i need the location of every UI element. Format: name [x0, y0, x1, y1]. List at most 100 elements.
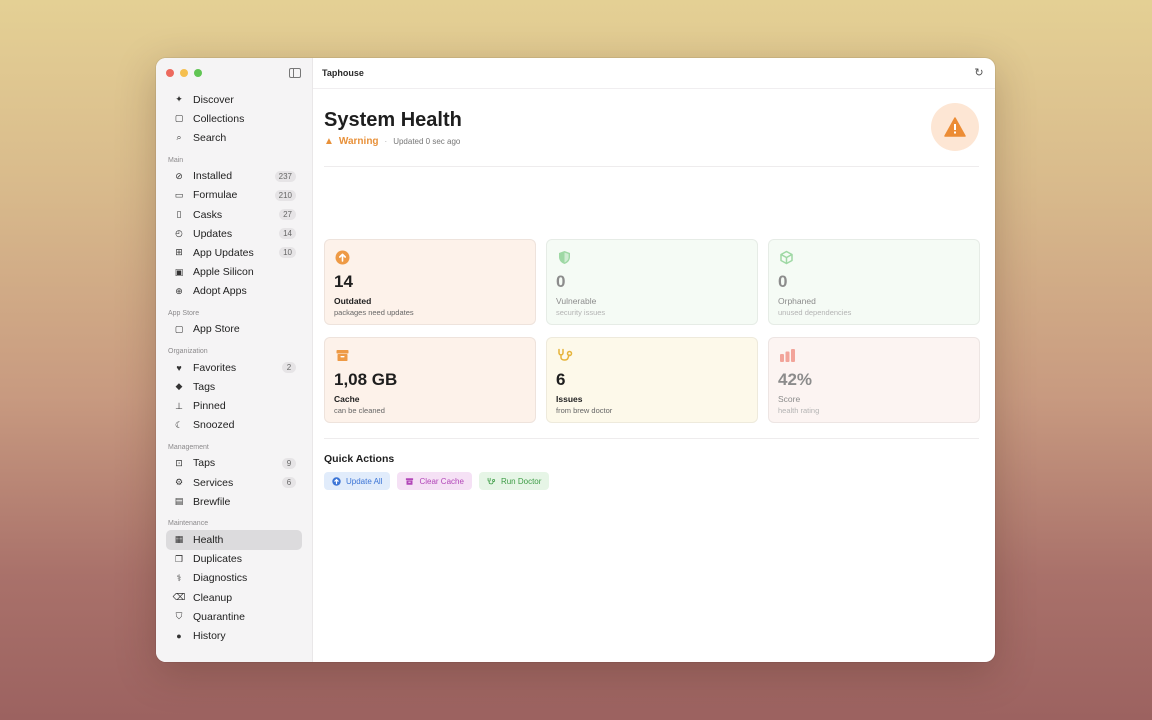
shield-icon — [557, 250, 572, 265]
warning-triangle-icon — [944, 117, 966, 137]
sidebar-item-brewfile[interactable]: ▤ Brewfile — [166, 492, 302, 511]
sidebar-item-apple-silicon[interactable]: ▣ Apple Silicon — [166, 263, 302, 282]
quick-actions-title: Quick Actions — [324, 453, 395, 465]
sidebar-item-cleanup[interactable]: ⌫ Cleanup — [166, 588, 302, 607]
health-view: System Health ▲ Warning · Updated 0 sec … — [313, 89, 995, 662]
section-header-app-store: App Store — [168, 309, 200, 317]
updated-timestamp: Updated 0 sec ago — [393, 137, 461, 146]
sidebar-item-label: Diagnostics — [193, 572, 248, 585]
stat-value: 1,08 GB — [334, 370, 398, 389]
sidebar-item-snoozed[interactable]: ☾ Snoozed — [166, 416, 302, 435]
section-header-management: Management — [168, 443, 209, 451]
sidebar-item-history[interactable]: ● History — [166, 626, 302, 645]
sidebar-item-label: Collections — [193, 112, 245, 125]
stethoscope-icon — [557, 348, 573, 363]
close-window-button[interactable] — [166, 69, 174, 77]
sidebar-item-label: Casks — [193, 208, 223, 221]
toolbar: Taphouse ↻ — [313, 58, 995, 89]
sidebar-item-label: Health — [193, 533, 224, 546]
app-updates-icon: ⊞ — [175, 247, 183, 258]
update-all-button[interactable]: Update All — [324, 472, 391, 490]
health-icon: ▦ — [174, 534, 184, 545]
sidebar-item-label: Pinned — [193, 400, 226, 413]
button-label: Run Doctor — [500, 476, 542, 486]
count-badge: 27 — [279, 209, 296, 221]
sidebar-item-label: Apple Silicon — [193, 266, 254, 279]
sidebar-item-label: Taps — [193, 457, 216, 470]
sidebar-item-installed[interactable]: ⊘ Installed 237 — [166, 167, 302, 186]
sidebar-item-label: History — [193, 629, 226, 642]
bag-icon: ▢ — [174, 323, 184, 334]
stat-value: 0 — [556, 272, 566, 291]
sidebar-item-favorites[interactable]: ♥ Favorites 2 — [166, 358, 302, 377]
status-line: ▲ Warning · Updated 0 sec ago — [324, 136, 460, 147]
archive-box-icon — [335, 348, 350, 363]
sidebar-item-health[interactable]: ▦ Health — [166, 530, 302, 550]
stat-value: 6 — [556, 370, 566, 389]
count-badge: 6 — [282, 477, 296, 489]
adopt-icon: ⊕ — [175, 285, 183, 296]
history-icon: ● — [176, 630, 182, 641]
clear-cache-button[interactable]: Clear Cache — [397, 472, 472, 490]
sidebar-item-services[interactable]: ⚙ Services 6 — [166, 473, 302, 492]
sidebar-item-casks[interactable]: ▯ Casks 27 — [166, 205, 302, 224]
shield-icon: ⛉ — [175, 611, 183, 622]
pin-icon: ⊥ — [175, 400, 183, 411]
search-icon: ⌕ — [176, 132, 182, 143]
stat-card-issues[interactable]: 6 Issues from brew doctor — [546, 337, 758, 423]
sidebar-item-label: Snoozed — [193, 419, 235, 432]
header-divider — [324, 166, 979, 167]
cask-icon: ▯ — [176, 209, 182, 220]
sidebar-item-label: Services — [193, 476, 234, 489]
sidebar-item-label: Quarantine — [193, 610, 245, 623]
sidebar-item-app-updates[interactable]: ⊞ App Updates 10 — [166, 243, 302, 262]
clock-icon: ◴ — [175, 228, 183, 239]
section-header-maintenance: Maintenance — [168, 520, 209, 528]
sidebar-item-search[interactable]: ⌕ Search — [166, 128, 302, 147]
sidebar-item-quarantine[interactable]: ⛉ Quarantine — [166, 607, 302, 626]
stat-title: Outdated — [334, 296, 372, 306]
sidebar-item-tags[interactable]: ◆ Tags — [166, 377, 302, 396]
stat-card-outdated[interactable]: 14 Outdated packages need updates — [324, 239, 536, 325]
sidebar-item-app-store[interactable]: ▢ App Store — [166, 320, 302, 339]
sidebar-item-label: Installed — [193, 170, 233, 183]
sidebar-item-formulae[interactable]: ▭ Formulae 210 — [166, 186, 302, 205]
stat-title: Issues — [556, 394, 583, 404]
sidebar-item-taps[interactable]: ⊡ Taps 9 — [166, 454, 302, 473]
sidebar-item-updates[interactable]: ◴ Updates 14 — [166, 224, 302, 243]
stat-title: Orphaned — [778, 296, 816, 306]
stat-card-score[interactable]: 42% Score health rating — [768, 337, 980, 423]
stat-value: 42% — [778, 370, 813, 389]
minimize-window-button[interactable] — [180, 69, 188, 77]
sidebar-item-diagnostics[interactable]: ⚕ Diagnostics — [166, 569, 302, 588]
run-doctor-button[interactable]: Run Doctor — [478, 472, 550, 490]
refresh-icon[interactable]: ↻ — [973, 67, 985, 79]
sidebar-item-collections[interactable]: ▢ Collections — [166, 109, 302, 128]
stat-card-orphaned[interactable]: 0 Orphaned unused dependencies — [768, 239, 980, 325]
sparkle-icon: ✦ — [175, 94, 183, 105]
app-title: Taphouse — [322, 68, 364, 78]
sidebar-item-label: App Updates — [193, 246, 254, 259]
count-badge: 10 — [279, 247, 296, 259]
stat-value: 14 — [334, 272, 353, 291]
stat-card-cache[interactable]: 1,08 GB Cache can be cleaned — [324, 337, 536, 423]
zoom-window-button[interactable] — [194, 69, 202, 77]
stat-card-vulnerable[interactable]: 0 Vulnerable security issues — [546, 239, 758, 325]
tag-icon: ◆ — [175, 381, 183, 392]
sidebar-item-pinned[interactable]: ⊥ Pinned — [166, 396, 302, 415]
arrow-up-circle-icon — [332, 476, 341, 486]
duplicates-icon: ❐ — [174, 553, 184, 564]
warning-badge — [931, 103, 979, 151]
count-badge: 2 — [282, 362, 296, 374]
arrow-up-circle-icon — [335, 250, 350, 265]
sidebar-item-adopt-apps[interactable]: ⊕ Adopt Apps — [166, 282, 302, 301]
count-badge: 237 — [274, 170, 296, 182]
sidebar-toggle-icon[interactable] — [289, 68, 301, 78]
sidebar-item-duplicates[interactable]: ❐ Duplicates — [166, 550, 302, 569]
sidebar-item-discover[interactable]: ✦ Discover — [166, 90, 302, 109]
section-header-organization: Organization — [168, 348, 208, 356]
cube-icon — [779, 250, 794, 265]
sidebar-item-label: Brewfile — [193, 495, 231, 508]
sidebar-item-label: Formulae — [193, 189, 238, 202]
sidebar-item-label: Favorites — [193, 361, 237, 374]
